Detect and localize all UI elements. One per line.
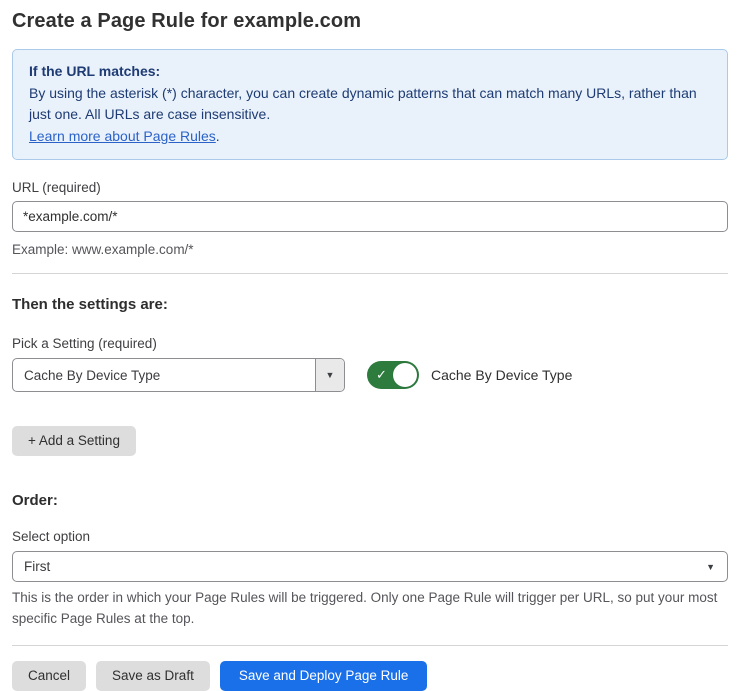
learn-more-link[interactable]: Learn more about Page Rules [29,128,216,144]
settings-section-heading: Then the settings are: [12,296,728,313]
caret-down-icon: ▼ [326,370,335,380]
order-select-label: Select option [12,529,728,544]
caret-down-icon: ▼ [706,562,715,572]
save-and-deploy-button[interactable]: Save and Deploy Page Rule [220,661,428,691]
footer-divider [12,645,728,646]
info-banner-body: By using the asterisk (*) character, you… [29,83,711,126]
order-dropdown-value: First [24,559,50,574]
setting-toggle[interactable]: ✓ [367,361,419,389]
url-example-helper: Example: www.example.com/* [12,239,728,260]
info-banner-heading: If the URL matches: [29,61,711,83]
setting-toggle-label: Cache By Device Type [431,367,572,383]
footer-actions: Cancel Save as Draft Save and Deploy Pag… [12,661,728,691]
order-section-heading: Order: [12,492,728,509]
order-helper-text: This is the order in which your Page Rul… [12,587,728,629]
url-field-label: URL (required) [12,180,728,195]
page-rule-form: Create a Page Rule for example.com If th… [0,0,750,691]
order-dropdown[interactable]: First ▼ [12,551,728,582]
save-as-draft-button[interactable]: Save as Draft [96,661,210,691]
check-icon: ✓ [376,367,387,383]
pick-setting-label: Pick a Setting (required) [12,336,728,351]
setting-row: Cache By Device Type ▼ ✓ Cache By Device… [12,358,728,392]
add-setting-button[interactable]: + Add a Setting [12,426,136,456]
setting-dropdown-value: Cache By Device Type [13,359,315,391]
url-match-info-banner: If the URL matches: By using the asteris… [12,49,728,160]
setting-dropdown-caret-button[interactable]: ▼ [315,359,344,391]
cancel-button[interactable]: Cancel [12,661,86,691]
page-title: Create a Page Rule for example.com [12,10,728,33]
section-divider [12,273,728,274]
info-banner-link-line: Learn more about Page Rules. [29,126,711,148]
toggle-knob [393,363,417,387]
link-suffix: . [216,128,220,144]
setting-dropdown[interactable]: Cache By Device Type ▼ [12,358,345,392]
url-input[interactable] [12,201,728,232]
